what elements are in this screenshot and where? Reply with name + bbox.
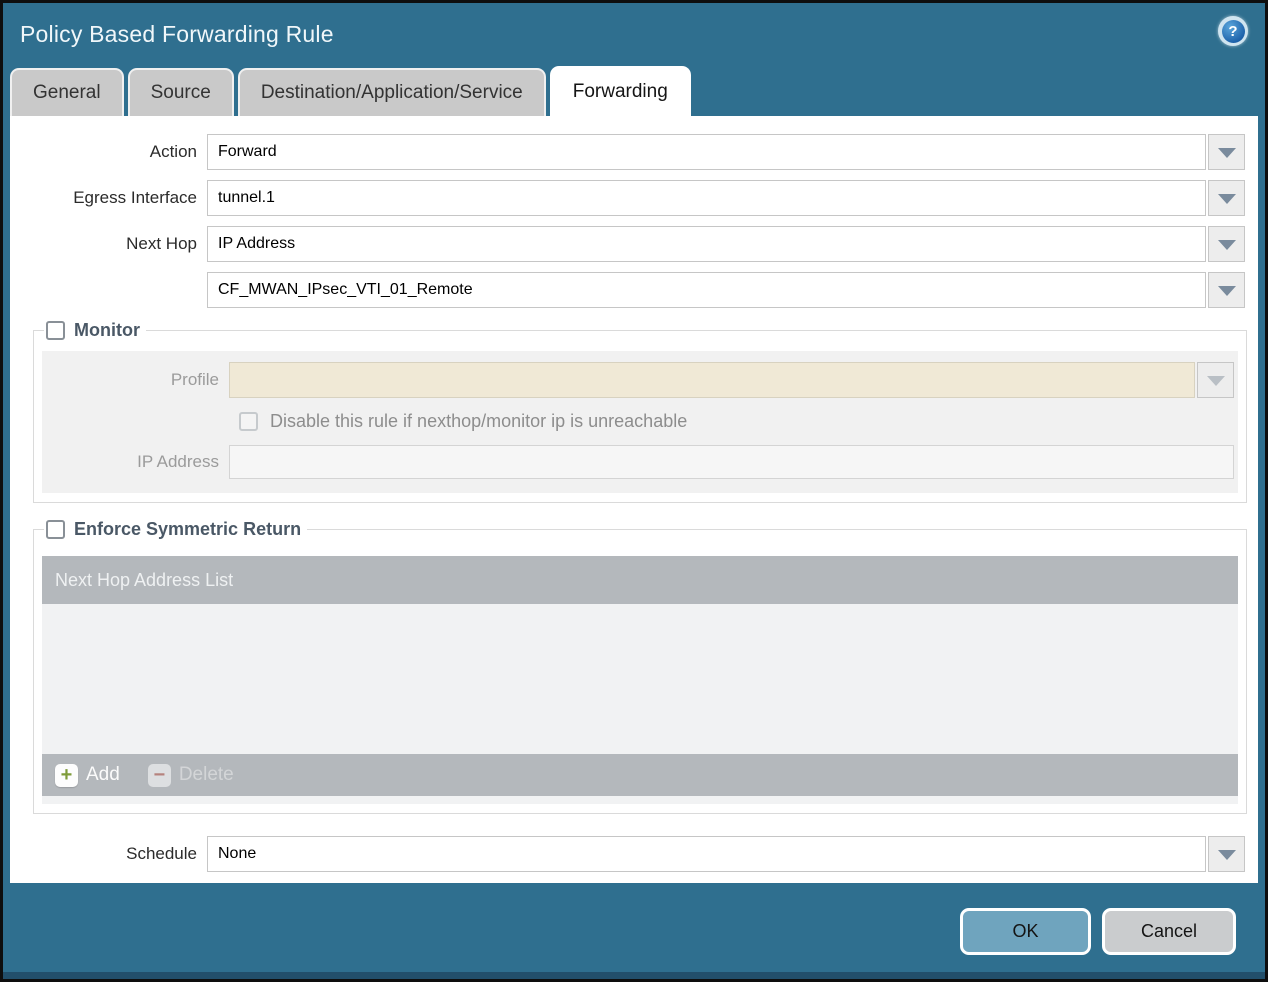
tab-bar: General Source Destination/Application/S…	[3, 66, 1265, 116]
monitor-ip-address-input	[229, 445, 1234, 479]
next-hop-type-input[interactable]	[207, 226, 1206, 262]
monitor-fieldset: Monitor Profile Disable this rule if nex…	[33, 320, 1247, 503]
ok-button[interactable]: OK	[960, 908, 1091, 955]
egress-interface-dropdown-button[interactable]	[1208, 180, 1245, 216]
policy-based-forwarding-dialog: Policy Based Forwarding Rule ? General S…	[0, 0, 1268, 982]
egress-interface-row: Egress Interface	[10, 180, 1258, 216]
tab-destination-application-service[interactable]: Destination/Application/Service	[237, 68, 546, 116]
profile-input	[229, 362, 1195, 398]
grid-toolbar: + Add − Delete	[42, 754, 1238, 796]
grid-header-next-hop-address-list: Next Hop Address List	[55, 569, 234, 590]
symmetric-return-fieldset: Enforce Symmetric Return Next Hop Addres…	[33, 519, 1247, 814]
delete-button-label: Delete	[178, 764, 234, 785]
grid-bottom-strip	[42, 796, 1238, 804]
symmetric-return-legend: Enforce Symmetric Return	[44, 519, 307, 540]
symmetric-return-legend-label: Enforce Symmetric Return	[74, 519, 302, 539]
monitor-ip-address-label: IP Address	[137, 452, 219, 471]
tab-source[interactable]: Source	[127, 68, 234, 116]
dialog-footer: OK Cancel	[960, 908, 1236, 955]
profile-row: Profile	[42, 362, 1238, 398]
action-input[interactable]	[207, 134, 1206, 170]
chevron-down-icon	[1216, 238, 1238, 251]
chevron-down-icon	[1216, 192, 1238, 205]
monitor-legend-label: Monitor	[74, 320, 140, 340]
add-button-label: Add	[86, 764, 120, 785]
monitor-disabled-panel: Profile Disable this rule if nexthop/mon…	[42, 351, 1238, 493]
monitor-legend: Monitor	[44, 320, 146, 341]
action-label: Action	[149, 142, 197, 161]
delete-button: − Delete	[147, 763, 234, 787]
schedule-dropdown-button[interactable]	[1208, 836, 1245, 872]
tab-content-forwarding: Action Egress Interface	[10, 116, 1258, 883]
grid-body-empty	[42, 604, 1238, 754]
minus-icon: −	[147, 763, 171, 787]
help-icon: ?	[1221, 19, 1245, 43]
next-hop-type-dropdown-button[interactable]	[1208, 226, 1245, 262]
action-row: Action	[10, 134, 1258, 170]
disable-rule-checkbox	[239, 412, 258, 431]
next-hop-address-list-grid: Next Hop Address List + Add − Delete	[42, 556, 1238, 804]
next-hop-address-row	[10, 272, 1258, 308]
schedule-label: Schedule	[126, 844, 197, 863]
chevron-down-icon	[1205, 374, 1227, 387]
grid-header-row: Next Hop Address List	[42, 556, 1238, 604]
disable-rule-row: Disable this rule if nexthop/monitor ip …	[239, 411, 1238, 432]
next-hop-label: Next Hop	[126, 234, 197, 253]
dialog-bottom-strip	[3, 972, 1265, 979]
chevron-down-icon	[1216, 284, 1238, 297]
next-hop-address-input[interactable]	[207, 272, 1206, 308]
next-hop-address-dropdown-button[interactable]	[1208, 272, 1245, 308]
egress-interface-label: Egress Interface	[73, 188, 197, 207]
next-hop-row: Next Hop	[10, 226, 1258, 262]
egress-interface-input[interactable]	[207, 180, 1206, 216]
schedule-row: Schedule	[10, 836, 1258, 872]
dialog-titlebar: Policy Based Forwarding Rule	[3, 3, 1265, 66]
monitor-checkbox[interactable]	[46, 321, 65, 340]
tab-forwarding[interactable]: Forwarding	[549, 66, 691, 116]
disable-rule-label: Disable this rule if nexthop/monitor ip …	[270, 411, 688, 431]
add-button[interactable]: + Add	[55, 763, 120, 787]
help-button[interactable]: ?	[1218, 16, 1248, 46]
chevron-down-icon	[1216, 146, 1238, 159]
action-dropdown-button[interactable]	[1208, 134, 1245, 170]
profile-dropdown-button	[1197, 362, 1234, 398]
profile-label: Profile	[170, 370, 219, 389]
dialog-title: Policy Based Forwarding Rule	[20, 21, 334, 47]
plus-icon: +	[55, 763, 78, 787]
chevron-down-icon	[1216, 848, 1238, 861]
schedule-input[interactable]	[207, 836, 1206, 872]
symmetric-return-checkbox[interactable]	[46, 520, 65, 539]
monitor-ip-address-row: IP Address	[42, 444, 1238, 480]
tab-general[interactable]: General	[10, 68, 124, 116]
cancel-button[interactable]: Cancel	[1102, 908, 1236, 955]
